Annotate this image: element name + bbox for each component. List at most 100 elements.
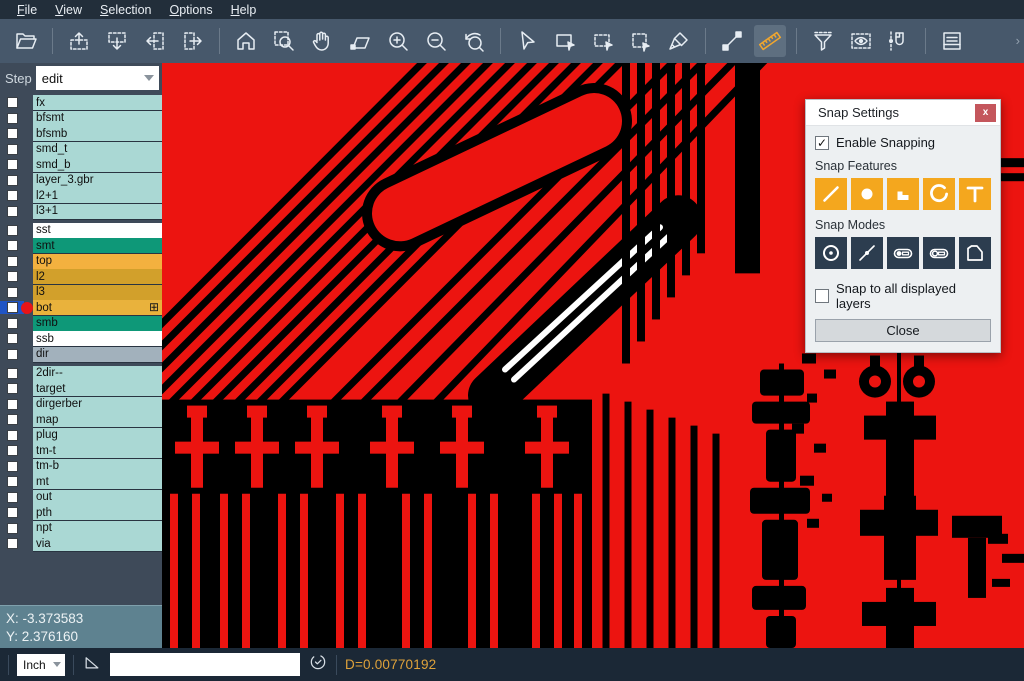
- layer-visibility-checkbox[interactable]: [0, 128, 24, 139]
- layer-color-bar[interactable]: ssb: [33, 331, 162, 346]
- layer-row-fx[interactable]: fx: [0, 95, 162, 110]
- layer-color-bar[interactable]: npt: [33, 521, 162, 536]
- layer-row-ssb[interactable]: ssb: [0, 331, 162, 346]
- layer-color-bar[interactable]: bfsmt: [33, 111, 162, 126]
- layer-row-plug[interactable]: plug: [0, 428, 162, 443]
- layer-visibility-checkbox[interactable]: [0, 256, 24, 267]
- open-folder-button[interactable]: [10, 25, 42, 57]
- layer-row-mt[interactable]: mt: [0, 474, 162, 489]
- layer-visibility-checkbox[interactable]: [0, 206, 24, 217]
- layer-row-sst[interactable]: sst: [0, 223, 162, 238]
- snap-corner-button[interactable]: [887, 178, 919, 210]
- layer-row-bot[interactable]: bot⊞: [0, 300, 162, 315]
- layer-row-tm-b[interactable]: tm-b: [0, 459, 162, 474]
- layer-visibility-checkbox[interactable]: [0, 159, 24, 170]
- layer-visibility-checkbox[interactable]: [0, 399, 24, 410]
- layer-row-npt[interactable]: npt: [0, 521, 162, 536]
- layer-color-bar[interactable]: smd_b: [33, 157, 162, 172]
- layer-row-smt[interactable]: smt: [0, 238, 162, 253]
- toolbar-overflow-chevron[interactable]: ›: [1016, 33, 1020, 48]
- layer-visibility-checkbox[interactable]: [0, 144, 24, 155]
- layer-color-bar[interactable]: bot⊞: [33, 300, 162, 315]
- layer-color-bar[interactable]: bfsmb: [33, 126, 162, 141]
- move-selection-right-button[interactable]: [177, 25, 209, 57]
- layer-color-bar[interactable]: layer_3.gbr: [33, 173, 162, 188]
- menu-help[interactable]: Help: [222, 1, 266, 19]
- snap-pad-button[interactable]: [851, 178, 883, 210]
- menu-selection[interactable]: Selection: [91, 1, 160, 19]
- menu-options[interactable]: Options: [160, 1, 221, 19]
- zoom-previous-button[interactable]: [458, 25, 490, 57]
- layer-visibility-checkbox[interactable]: [0, 240, 24, 251]
- layer-visibility-checkbox[interactable]: [0, 492, 24, 503]
- select-pointer-button[interactable]: [511, 25, 543, 57]
- zoom-in-button[interactable]: [382, 25, 414, 57]
- layer-row-l2+1[interactable]: l2+1: [0, 188, 162, 203]
- show-objects-button[interactable]: [845, 25, 877, 57]
- close-button[interactable]: Close: [815, 319, 991, 342]
- layer-row-tm-t[interactable]: tm-t: [0, 443, 162, 458]
- layer-row-2dir--[interactable]: 2dir--: [0, 366, 162, 381]
- mode-slot-end-button[interactable]: [887, 237, 919, 269]
- layer-row-dirgerber[interactable]: dirgerber: [0, 397, 162, 412]
- layer-row-pth[interactable]: pth: [0, 505, 162, 520]
- layer-row-top[interactable]: top: [0, 254, 162, 269]
- layer-row-l2[interactable]: l2: [0, 269, 162, 284]
- layer-visibility-checkbox[interactable]: [0, 461, 24, 472]
- layer-color-bar[interactable]: out: [33, 490, 162, 505]
- layer-color-bar[interactable]: pth: [33, 505, 162, 520]
- unit-dropdown[interactable]: Inch: [17, 654, 65, 676]
- layer-visibility-checkbox[interactable]: [0, 538, 24, 549]
- home-view-button[interactable]: [230, 25, 262, 57]
- magnet-snap-button[interactable]: [883, 25, 915, 57]
- layer-visibility-checkbox[interactable]: [0, 523, 24, 534]
- layer-row-smd_t[interactable]: smd_t: [0, 142, 162, 157]
- move-selection-left-button[interactable]: [139, 25, 171, 57]
- clean-broom-button[interactable]: [663, 25, 695, 57]
- snap-text-button[interactable]: [959, 178, 991, 210]
- mode-slot-button[interactable]: [923, 237, 955, 269]
- layer-color-bar[interactable]: top: [33, 254, 162, 269]
- report-button[interactable]: [936, 25, 968, 57]
- select-rect-button[interactable]: [549, 25, 581, 57]
- layer-visibility-checkbox[interactable]: [0, 287, 24, 298]
- snap-line-button[interactable]: [815, 178, 847, 210]
- snap-all-layers-row[interactable]: Snap to all displayed layers: [815, 281, 991, 311]
- layer-color-bar[interactable]: tm-t: [33, 443, 162, 458]
- enable-snapping-row[interactable]: ✓ Enable Snapping: [815, 135, 991, 150]
- layer-color-bar[interactable]: l2: [33, 269, 162, 284]
- layer-visibility-checkbox[interactable]: [0, 190, 24, 201]
- layer-row-smb[interactable]: smb: [0, 316, 162, 331]
- layer-row-map[interactable]: map: [0, 412, 162, 427]
- select-multi-button[interactable]: [587, 25, 619, 57]
- layer-visibility-checkbox[interactable]: [0, 318, 24, 329]
- filter-button[interactable]: [807, 25, 839, 57]
- layer-visibility-checkbox[interactable]: [0, 507, 24, 518]
- snap-settings-titlebar[interactable]: Snap Settings x: [806, 100, 1000, 126]
- layer-visibility-checkbox[interactable]: [0, 476, 24, 487]
- layer-color-bar[interactable]: smd_t: [33, 142, 162, 157]
- zoom-area-button[interactable]: [344, 25, 376, 57]
- angle-measure-icon[interactable]: [82, 652, 102, 677]
- layer-row-smd_b[interactable]: smd_b: [0, 157, 162, 172]
- layer-visibility-checkbox[interactable]: [0, 271, 24, 282]
- layer-color-bar[interactable]: fx: [33, 95, 162, 110]
- measure-distance-button[interactable]: [716, 25, 748, 57]
- enable-snapping-checkbox[interactable]: ✓: [815, 136, 829, 150]
- layer-color-bar[interactable]: map: [33, 412, 162, 427]
- layer-color-bar[interactable]: plug: [33, 428, 162, 443]
- layer-color-bar[interactable]: smb: [33, 316, 162, 331]
- layer-color-bar[interactable]: l3+1: [33, 204, 162, 219]
- layer-color-bar[interactable]: dirgerber: [33, 397, 162, 412]
- select-transform-button[interactable]: [625, 25, 657, 57]
- layer-row-l3[interactable]: l3: [0, 285, 162, 300]
- mode-midpoint-button[interactable]: [851, 237, 883, 269]
- move-selection-down-button[interactable]: [101, 25, 133, 57]
- close-icon[interactable]: x: [975, 104, 996, 122]
- layer-visibility-checkbox[interactable]: [0, 430, 24, 441]
- layer-row-bfsmt[interactable]: bfsmt: [0, 111, 162, 126]
- layer-row-out[interactable]: out: [0, 490, 162, 505]
- layer-visibility-checkbox[interactable]: [0, 368, 24, 379]
- layer-visibility-checkbox[interactable]: [0, 349, 24, 360]
- move-selection-up-button[interactable]: [63, 25, 95, 57]
